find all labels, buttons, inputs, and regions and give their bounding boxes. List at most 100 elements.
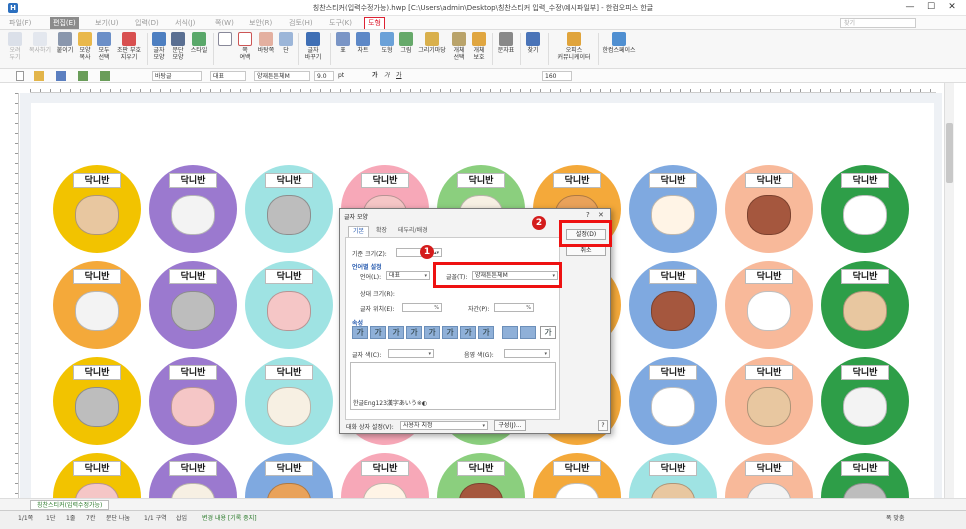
object-select-button[interactable]: 개체 선택 [450, 32, 468, 61]
spacing-input[interactable]: % [494, 303, 534, 312]
master-page-button[interactable]: 바탕쪽 [255, 32, 277, 54]
style-button[interactable]: 스타일 [188, 32, 210, 54]
menu-page[interactable]: 쪽(W) [212, 17, 237, 29]
menu-insert[interactable]: 입력(D) [132, 17, 162, 29]
replace-char-button[interactable]: 글자 바꾸기 [302, 32, 324, 61]
attr-italic-button[interactable]: 가 [370, 326, 386, 339]
sticker[interactable]: 닥니반 [629, 261, 717, 349]
sticker[interactable]: 닥니반 [725, 261, 813, 349]
attr-engrave-button[interactable]: 가 [478, 326, 494, 339]
sticker[interactable]: 닥니반 [53, 165, 141, 253]
columns-button[interactable]: 단 [279, 32, 293, 54]
attr-outline-button[interactable]: 가 [424, 326, 440, 339]
sticker[interactable]: 닥니반 [149, 357, 237, 445]
undo-icon[interactable] [78, 71, 88, 81]
shape-button[interactable]: 도형 [379, 32, 395, 54]
sticker[interactable]: 닥니반 [437, 453, 525, 498]
font-select[interactable]: 양재튼튼체M [254, 71, 310, 81]
zoom-input[interactable]: 160 [542, 71, 572, 81]
sticker[interactable]: 닥니반 [245, 357, 333, 445]
minimize-button[interactable]: — [900, 1, 920, 14]
sticker[interactable]: 닥니반 [725, 165, 813, 253]
attr-shadow-button[interactable]: 가 [442, 326, 458, 339]
sticker[interactable]: 닥니반 [53, 357, 141, 445]
copy-button[interactable]: 복사하기 [26, 32, 54, 54]
new-doc-icon[interactable] [16, 71, 24, 81]
table-button[interactable]: 표 [335, 32, 351, 54]
dialog-help-icon[interactable]: ? [586, 211, 590, 219]
attr-strike-button[interactable]: 가 [406, 326, 422, 339]
status-track-changes[interactable]: 변경 내용 [기록 중지] [202, 514, 257, 524]
attr-subscript-button[interactable] [520, 326, 536, 339]
sticker[interactable]: 닥니반 [245, 261, 333, 349]
attr-superscript-button[interactable] [502, 326, 518, 339]
symbol-button[interactable]: 문자표 [496, 32, 516, 54]
sticker[interactable]: 닥니반 [629, 165, 717, 253]
status-zoom[interactable]: 폭 맞춤 [886, 514, 904, 524]
horizontal-ruler[interactable] [30, 83, 936, 93]
menu-file[interactable]: 파일(F) [6, 17, 34, 29]
menu-search-input[interactable]: 찾기 [840, 18, 916, 28]
style-select[interactable]: 바탕글 [152, 71, 202, 81]
vertical-scrollbar[interactable] [944, 83, 954, 498]
lang-select[interactable]: 대표 ▾ [386, 271, 430, 280]
font-size-input[interactable]: 9.0 [314, 71, 334, 81]
select-all-button[interactable]: 모두 선택 [95, 32, 113, 61]
document-tab[interactable]: 칭찬스티커(입력수정가능) [30, 500, 110, 510]
sticker[interactable]: 닥니반 [245, 453, 333, 498]
page-button[interactable] [217, 32, 233, 47]
char-shape-button[interactable]: 글자 모양 [150, 32, 168, 61]
open-folder-icon[interactable] [34, 71, 44, 81]
menu-edit[interactable]: 편집(E) [50, 17, 79, 29]
tab-border-bg[interactable]: 테두리/배경 [394, 226, 432, 237]
object-protect-button[interactable]: 개체 보호 [470, 32, 488, 61]
base-size-input[interactable]: ▴▾ [396, 248, 442, 257]
hancom-space-button[interactable]: 한컴스페이스 [601, 32, 637, 54]
shade-color-select[interactable]: ▾ [504, 349, 550, 358]
sticker[interactable]: 닥니반 [629, 357, 717, 445]
redo-icon[interactable] [100, 71, 110, 81]
attr-normal-button[interactable]: 가 [540, 326, 556, 339]
bold-button[interactable]: 가 [372, 71, 378, 81]
format-painter-button[interactable]: 모양 복사 [76, 32, 94, 61]
page-margin-button[interactable]: 쪽 여백 [236, 32, 254, 61]
char-position-input[interactable]: % [402, 303, 442, 312]
tab-basic[interactable]: 기본 [348, 226, 370, 237]
compose-button[interactable]: 구성(J)... [494, 420, 526, 431]
spin-icon[interactable]: ▴▾ [434, 249, 439, 256]
sticker[interactable]: 닥니반 [53, 261, 141, 349]
font-size-unit[interactable]: pt [338, 71, 344, 81]
menu-tools[interactable]: 도구(K) [326, 17, 355, 29]
image-button[interactable]: 그림 [398, 32, 414, 54]
attr-bold-button[interactable]: 가 [352, 326, 368, 339]
menu-review[interactable]: 검토(H) [286, 17, 316, 29]
sticker[interactable]: 닥니반 [821, 165, 909, 253]
sticker[interactable]: 닥니반 [821, 261, 909, 349]
attr-emboss-button[interactable]: 가 [460, 326, 476, 339]
save-icon[interactable] [56, 71, 66, 81]
sticker[interactable]: 닥니반 [341, 453, 429, 498]
clipart-button[interactable]: 그리기마당 [417, 32, 447, 54]
status-insert-mode[interactable]: 삽입 [176, 514, 187, 524]
sticker[interactable]: 닥니반 [629, 453, 717, 498]
sticker[interactable]: 닥니반 [821, 453, 909, 498]
menu-format[interactable]: 서식(J) [172, 17, 198, 29]
underline-button[interactable]: 가 [396, 71, 402, 81]
scrollbar-thumb[interactable] [946, 123, 953, 183]
menu-view[interactable]: 보기(U) [92, 17, 121, 29]
dialog-close-icon[interactable]: ✕ [598, 211, 604, 219]
sticker[interactable]: 닥니반 [149, 453, 237, 498]
para-shape-button[interactable]: 문단 모양 [169, 32, 187, 61]
paste-button[interactable]: 붙이기 [56, 32, 74, 54]
language-select[interactable]: 대표 [210, 71, 246, 81]
menu-shape[interactable]: 도형 [364, 17, 385, 29]
sticker[interactable]: 닥니반 [725, 453, 813, 498]
office-communicator-button[interactable]: 오피스 커뮤니케이터 [556, 32, 592, 61]
help-button[interactable]: ? [598, 420, 608, 431]
maximize-button[interactable]: ☐ [921, 1, 941, 14]
sticker[interactable]: 닥니반 [821, 357, 909, 445]
sticker[interactable]: 닥니반 [245, 165, 333, 253]
sticker[interactable]: 닥니반 [53, 453, 141, 498]
menu-security[interactable]: 보안(R) [246, 17, 275, 29]
dialog-style-select[interactable]: 사용자 지정 ▾ [400, 421, 488, 430]
